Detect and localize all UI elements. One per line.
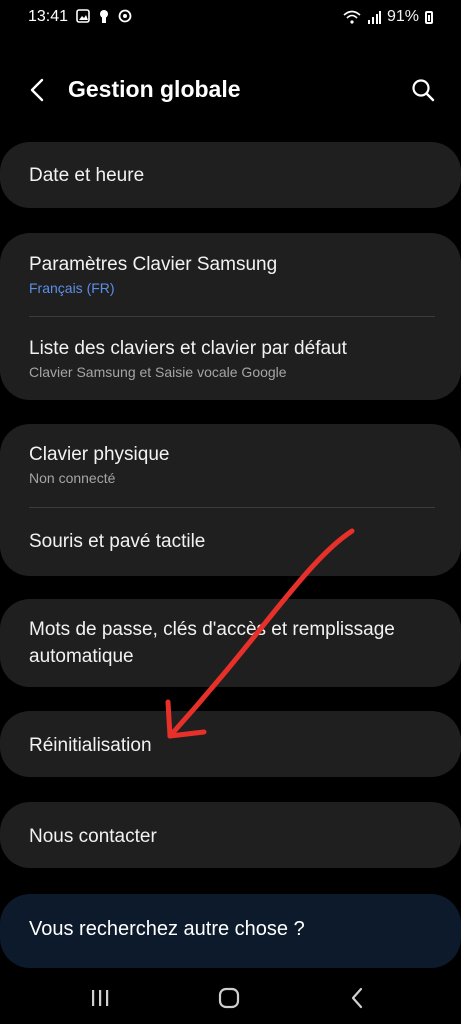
list-item-keyboard-list[interactable]: Liste des claviers et clavier par défaut…: [29, 335, 437, 380]
item-title: Mots de passe, clés d'accès et remplissa…: [29, 619, 395, 667]
list-item-samsung-keyboard[interactable]: Paramètres Clavier Samsung Français (FR): [29, 251, 437, 296]
signal-icon: [367, 11, 381, 24]
keyhole-icon: [100, 10, 108, 23]
item-subtitle: Non connecté: [29, 470, 116, 486]
page-title: Gestion globale: [68, 76, 241, 102]
back-icon[interactable]: [344, 984, 372, 1012]
battery-percent: 91%: [386, 8, 419, 25]
list-item-mouse-touchpad[interactable]: Souris et pavé tactile: [29, 528, 437, 555]
item-title: Réinitialisation: [29, 735, 152, 756]
search-icon[interactable]: [409, 76, 437, 104]
chevron-left-icon[interactable]: [24, 76, 52, 104]
item-title: Liste des claviers et clavier par défaut: [29, 338, 347, 359]
home-icon[interactable]: [215, 984, 243, 1012]
settings-group-passwords: Mots de passe, clés d'accès et remplissa…: [0, 599, 461, 687]
list-item-date-et-heure[interactable]: Date et heure: [29, 162, 437, 189]
search-suggestion-card[interactable]: Vous recherchez autre chose ?: [0, 894, 461, 968]
wifi-icon: [343, 10, 361, 24]
status-time: 13:41: [28, 8, 69, 25]
item-title: Clavier physique: [29, 444, 170, 465]
settings-group-physical: Clavier physique Non connecté Souris et …: [0, 424, 461, 576]
list-item-physical-keyboard[interactable]: Clavier physique Non connecté: [29, 441, 437, 486]
list-item-reset[interactable]: Réinitialisation: [29, 732, 437, 759]
status-icons-left: [76, 9, 132, 23]
item-title: Date et heure: [29, 165, 145, 186]
list-item-contact[interactable]: Nous contacter: [29, 823, 437, 850]
settings-group-reset: Réinitialisation: [0, 711, 461, 777]
battery-icon: [425, 10, 433, 24]
list-item-passwords[interactable]: Mots de passe, clés d'accès et remplissa…: [29, 616, 441, 670]
divider: [29, 316, 435, 317]
divider: [29, 507, 435, 508]
item-subtitle: Clavier Samsung et Saisie vocale Google: [29, 364, 287, 380]
item-subtitle: Français (FR): [29, 280, 115, 296]
status-icons-right: 91%: [343, 8, 433, 26]
settings-group-datetime: Date et heure: [0, 142, 461, 208]
status-bar: 13:41 91%: [0, 0, 461, 36]
gallery-icon: [76, 9, 90, 23]
recent-apps-icon[interactable]: [86, 984, 114, 1012]
item-title: Paramètres Clavier Samsung: [29, 254, 278, 275]
item-title: Souris et pavé tactile: [29, 531, 206, 552]
settings-group-contact: Nous contacter: [0, 802, 461, 868]
search-suggestion-label: Vous recherchez autre chose ?: [29, 918, 305, 940]
item-title: Nous contacter: [29, 826, 157, 847]
navigation-bar: [0, 972, 461, 1024]
settings-group-keyboard: Paramètres Clavier Samsung Français (FR)…: [0, 233, 461, 400]
shield-icon: [118, 9, 132, 23]
app-header: Gestion globale: [0, 62, 461, 118]
